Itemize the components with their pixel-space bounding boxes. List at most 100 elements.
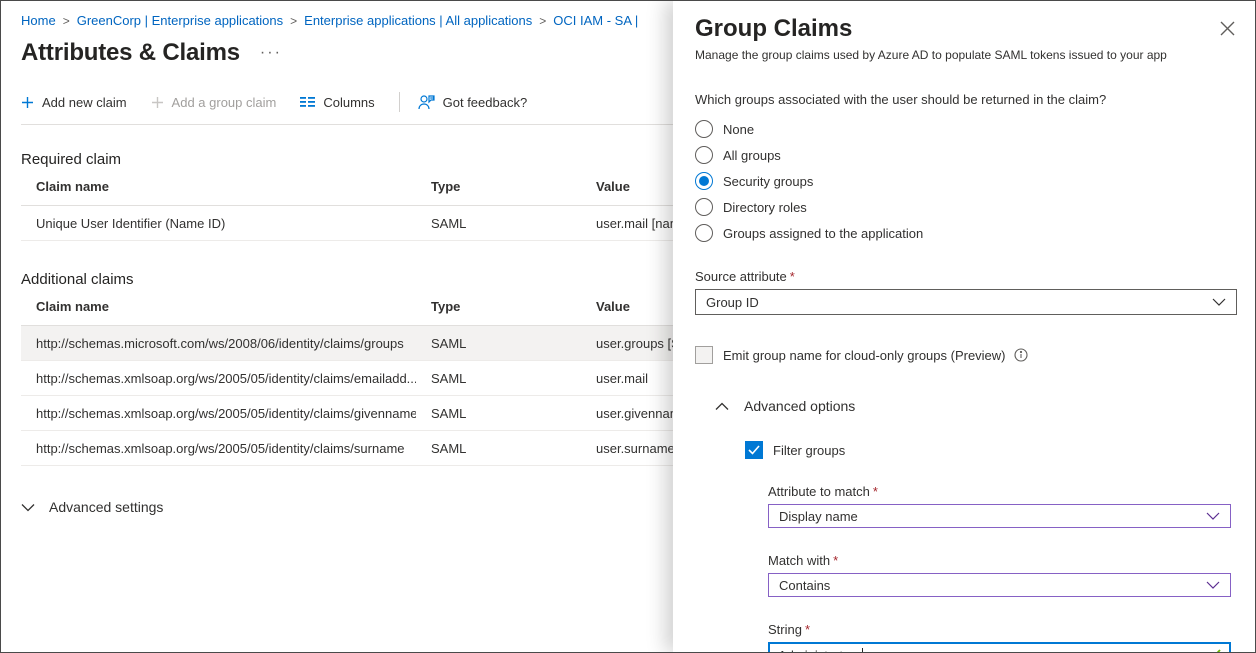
app-window: Home > GreenCorp | Enterprise applications… — [0, 0, 1256, 653]
required-asterisk: * — [833, 553, 838, 568]
source-attribute-value: Group ID — [706, 295, 759, 310]
table-row-givenname-claim[interactable]: http://schemas.xmlsoap.org/ws/2005/05/id… — [21, 396, 673, 431]
col-claim-name: Claim name — [21, 179, 416, 194]
panel-subtitle: Manage the group claims used by Azure AD… — [695, 48, 1237, 62]
match-with-value: Contains — [779, 578, 830, 593]
page-title: Attributes & Claims — [21, 39, 240, 67]
string-label: String* — [768, 622, 1237, 637]
col-claim-name: Claim name — [21, 299, 416, 314]
command-bar: Add new claim Add a group claim Columns — [21, 92, 673, 112]
breadcrumb-enterprise-apps[interactable]: Enterprise applications | All applicatio… — [304, 13, 532, 28]
chevron-up-icon — [715, 402, 729, 411]
string-input[interactable]: Administrators — [768, 642, 1231, 652]
plus-icon — [21, 96, 34, 109]
source-attribute-dropdown[interactable]: Group ID — [695, 289, 1237, 315]
cell-type: SAML — [416, 441, 581, 456]
cell-value: user.surname — [581, 441, 673, 456]
source-attribute-label: Source attribute* — [695, 269, 1237, 284]
add-new-claim-button[interactable]: Add new claim — [21, 95, 127, 110]
attribute-to-match-dropdown[interactable]: Display name — [768, 504, 1231, 528]
breadcrumb-oci-iam[interactable]: OCI IAM - SA | — [553, 13, 638, 28]
cell-type: SAML — [416, 336, 581, 351]
close-icon[interactable] — [1218, 19, 1237, 43]
cell-type: SAML — [416, 406, 581, 421]
radio-circle — [695, 120, 713, 138]
group-type-radio-group: None All groups Security groups Director… — [695, 116, 1237, 246]
match-with-dropdown[interactable]: Contains — [768, 573, 1231, 597]
columns-label: Columns — [323, 95, 374, 110]
table-header-row: Claim name Type Value — [21, 288, 673, 326]
group-claims-panel: Group Claims Manage the group claims use… — [673, 1, 1256, 652]
radio-label: All groups — [723, 148, 781, 163]
cell-value: user.groups [S — [581, 336, 673, 351]
table-row-emailaddress-claim[interactable]: http://schemas.xmlsoap.org/ws/2005/05/id… — [21, 361, 673, 396]
cell-claim-name: http://schemas.xmlsoap.org/ws/2005/05/id… — [21, 371, 416, 386]
chevron-down-icon — [1206, 581, 1220, 589]
columns-button[interactable]: Columns — [300, 95, 374, 110]
filter-groups-label: Filter groups — [773, 443, 845, 458]
advanced-settings-expander[interactable]: Advanced settings — [21, 499, 673, 515]
got-feedback-label: Got feedback? — [443, 95, 528, 110]
toolbar-underline — [21, 124, 673, 125]
got-feedback-button[interactable]: Got feedback? — [418, 94, 528, 110]
breadcrumb-home[interactable]: Home — [21, 13, 56, 28]
chevron-down-icon — [1206, 512, 1220, 520]
more-options-icon[interactable]: ··· — [260, 44, 282, 62]
panel-title: Group Claims — [695, 15, 1218, 43]
radio-label: Groups assigned to the application — [723, 226, 923, 241]
attribute-to-match-value: Display name — [779, 509, 858, 524]
table-header-row: Claim name Type Value — [21, 168, 673, 206]
string-input-value: Administrators — [778, 648, 861, 653]
radio-circle — [695, 146, 713, 164]
breadcrumb-greencorp[interactable]: GreenCorp | Enterprise applications — [77, 13, 283, 28]
cell-type: SAML — [416, 371, 581, 386]
radio-circle-selected — [695, 172, 713, 190]
cell-value: user.givennam — [581, 406, 673, 421]
text-cursor — [862, 648, 863, 653]
required-asterisk: * — [805, 622, 810, 637]
add-new-claim-label: Add new claim — [42, 95, 127, 110]
chevron-down-icon — [1212, 298, 1226, 306]
table-row-groups-claim[interactable]: http://schemas.microsoft.com/ws/2008/06/… — [21, 326, 673, 361]
radio-circle — [695, 198, 713, 216]
groups-question-label: Which groups associated with the user sh… — [695, 92, 1237, 107]
add-group-claim-label: Add a group claim — [172, 95, 277, 110]
radio-directory-roles[interactable]: Directory roles — [695, 194, 1237, 220]
radio-none[interactable]: None — [695, 116, 1237, 142]
radio-label: Security groups — [723, 174, 813, 189]
columns-icon — [300, 96, 315, 108]
additional-claims-heading: Additional claims — [21, 271, 673, 288]
cell-claim-name: http://schemas.microsoft.com/ws/2008/06/… — [21, 336, 416, 351]
info-icon[interactable] — [1014, 348, 1028, 362]
col-value: Value — [581, 299, 673, 314]
radio-all-groups[interactable]: All groups — [695, 142, 1237, 168]
add-group-claim-button[interactable]: Add a group claim — [151, 95, 277, 110]
filter-groups-checkbox[interactable]: Filter groups — [745, 441, 1237, 459]
cell-value: user.mail [nam — [581, 216, 673, 231]
radio-security-groups[interactable]: Security groups — [695, 168, 1237, 194]
cell-type: SAML — [416, 216, 581, 231]
table-row[interactable]: Unique User Identifier (Name ID) SAML us… — [21, 206, 673, 241]
filter-groups-fields: Attribute to match* Display name Match w… — [768, 484, 1237, 652]
radio-groups-assigned[interactable]: Groups assigned to the application — [695, 220, 1237, 246]
col-value: Value — [581, 179, 673, 194]
breadcrumb-separator: > — [290, 14, 297, 28]
emit-group-name-label: Emit group name for cloud-only groups (P… — [723, 348, 1006, 363]
match-with-label: Match with* — [768, 553, 1237, 568]
col-type: Type — [416, 179, 581, 194]
required-claim-heading: Required claim — [21, 151, 673, 168]
plus-icon — [151, 96, 164, 109]
cell-claim-name: http://schemas.xmlsoap.org/ws/2005/05/id… — [21, 406, 416, 421]
required-asterisk: * — [790, 269, 795, 284]
advanced-options-expander[interactable]: Advanced options — [715, 398, 1237, 414]
valid-check-icon — [1206, 649, 1221, 652]
required-claim-table: Claim name Type Value Unique User Identi… — [21, 168, 673, 241]
cell-value: user.mail — [581, 371, 673, 386]
attribute-to-match-label: Attribute to match* — [768, 484, 1237, 499]
required-asterisk: * — [873, 484, 878, 499]
breadcrumb-separator: > — [539, 14, 546, 28]
checkbox-unchecked — [695, 346, 713, 364]
emit-group-name-checkbox[interactable]: Emit group name for cloud-only groups (P… — [695, 346, 1237, 364]
toolbar-divider — [399, 92, 400, 112]
table-row-surname-claim[interactable]: http://schemas.xmlsoap.org/ws/2005/05/id… — [21, 431, 673, 466]
